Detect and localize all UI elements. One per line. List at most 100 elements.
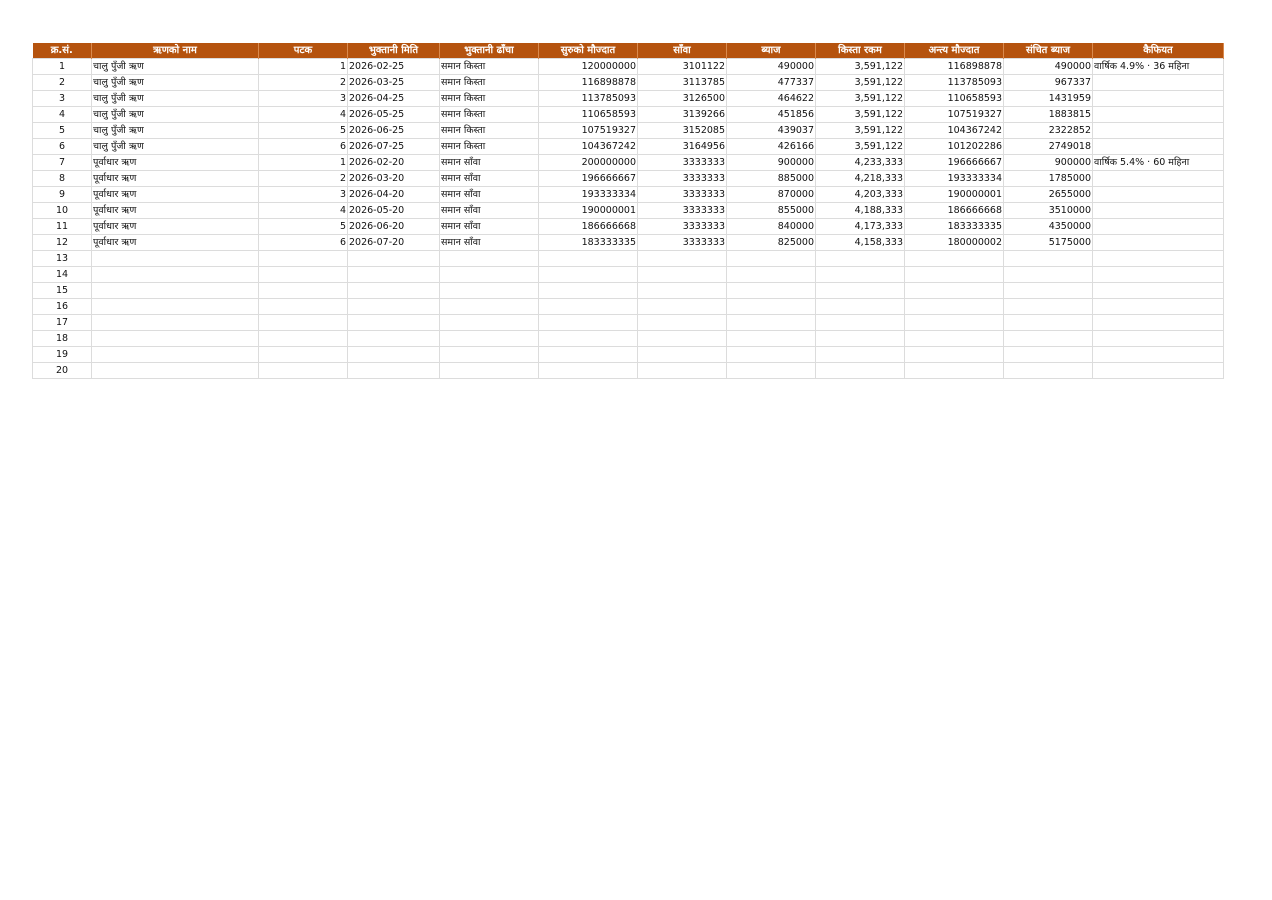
cell-loan-name[interactable]: पूर्वाधार ऋण [91, 202, 259, 219]
cell-principal[interactable]: 3333333 [637, 202, 727, 219]
header-column-closing-balance[interactable]: अन्त्य मौज्दात [904, 43, 1004, 59]
cell-remarks[interactable] [1092, 74, 1224, 91]
cell-principal[interactable]: 3333333 [637, 186, 727, 203]
cell-loan-name[interactable] [91, 362, 259, 379]
cell-opening-balance[interactable]: 200000000 [538, 154, 638, 171]
cell-closing-balance[interactable]: 113785093 [904, 74, 1004, 91]
cell-installment-no[interactable] [258, 250, 348, 267]
cell-payment-pattern[interactable]: समान साँवा [439, 186, 539, 203]
cell-payment-pattern[interactable]: समान साँवा [439, 154, 539, 171]
cell-installment-no[interactable]: 3 [258, 90, 348, 107]
cell-payment-date[interactable] [347, 346, 440, 363]
cell-remarks[interactable] [1092, 250, 1224, 267]
cell-closing-balance[interactable] [904, 266, 1004, 283]
cell-loan-name[interactable]: पूर्वाधार ऋण [91, 234, 259, 251]
cell-cumulative-interest[interactable]: 2322852 [1003, 122, 1093, 139]
cell-cumulative-interest[interactable]: 2749018 [1003, 138, 1093, 155]
cell-opening-balance[interactable]: 113785093 [538, 90, 638, 107]
header-column-serial[interactable]: क्र.सं. [32, 43, 92, 59]
cell-loan-name[interactable]: चालु पुँजी ऋण [91, 138, 259, 155]
cell-payment-pattern[interactable] [439, 266, 539, 283]
cell-interest[interactable]: 439037 [726, 122, 816, 139]
cell-payment-pattern[interactable] [439, 298, 539, 315]
cell-loan-name[interactable]: चालु पुँजी ऋण [91, 74, 259, 91]
cell-cumulative-interest[interactable]: 5175000 [1003, 234, 1093, 251]
cell-principal[interactable] [637, 330, 727, 347]
cell-remarks[interactable] [1092, 346, 1224, 363]
cell-interest[interactable] [726, 314, 816, 331]
cell-payment-date[interactable]: 2026-05-25 [347, 106, 440, 123]
cell-installment-amount[interactable] [815, 266, 905, 283]
cell-loan-name[interactable]: चालु पुँजी ऋण [91, 106, 259, 123]
cell-remarks[interactable] [1092, 218, 1224, 235]
cell-opening-balance[interactable]: 196666667 [538, 170, 638, 187]
cell-loan-name[interactable] [91, 282, 259, 299]
cell-loan-name[interactable] [91, 330, 259, 347]
cell-serial[interactable]: 8 [32, 170, 92, 187]
cell-payment-date[interactable]: 2026-04-25 [347, 90, 440, 107]
cell-cumulative-interest[interactable]: 4350000 [1003, 218, 1093, 235]
cell-payment-pattern[interactable]: समान किस्ता [439, 90, 539, 107]
cell-serial[interactable]: 10 [32, 202, 92, 219]
cell-principal[interactable]: 3333333 [637, 154, 727, 171]
cell-principal[interactable] [637, 314, 727, 331]
cell-principal[interactable] [637, 282, 727, 299]
cell-opening-balance[interactable] [538, 330, 638, 347]
cell-payment-date[interactable]: 2026-03-25 [347, 74, 440, 91]
cell-loan-name[interactable] [91, 266, 259, 283]
cell-closing-balance[interactable] [904, 250, 1004, 267]
cell-cumulative-interest[interactable] [1003, 314, 1093, 331]
cell-closing-balance[interactable]: 116898878 [904, 58, 1004, 75]
cell-payment-pattern[interactable]: समान साँवा [439, 234, 539, 251]
cell-installment-amount[interactable] [815, 330, 905, 347]
cell-principal[interactable]: 3113785 [637, 74, 727, 91]
cell-interest[interactable]: 451856 [726, 106, 816, 123]
cell-opening-balance[interactable] [538, 362, 638, 379]
cell-payment-date[interactable] [347, 298, 440, 315]
cell-cumulative-interest[interactable] [1003, 298, 1093, 315]
cell-serial[interactable]: 16 [32, 298, 92, 315]
cell-remarks[interactable]: वार्षिक 4.9% · 36 महिना [1092, 58, 1224, 75]
cell-opening-balance[interactable]: 104367242 [538, 138, 638, 155]
cell-installment-no[interactable]: 2 [258, 170, 348, 187]
cell-installment-amount[interactable] [815, 298, 905, 315]
cell-payment-pattern[interactable]: समान साँवा [439, 202, 539, 219]
cell-interest[interactable]: 477337 [726, 74, 816, 91]
cell-installment-amount[interactable]: 4,173,333 [815, 218, 905, 235]
cell-interest[interactable]: 490000 [726, 58, 816, 75]
cell-remarks[interactable] [1092, 362, 1224, 379]
cell-cumulative-interest[interactable] [1003, 346, 1093, 363]
cell-loan-name[interactable] [91, 298, 259, 315]
cell-installment-no[interactable]: 1 [258, 58, 348, 75]
cell-principal[interactable] [637, 250, 727, 267]
cell-serial[interactable]: 2 [32, 74, 92, 91]
cell-payment-date[interactable]: 2026-06-25 [347, 122, 440, 139]
cell-loan-name[interactable]: चालु पुँजी ऋण [91, 58, 259, 75]
cell-cumulative-interest[interactable]: 490000 [1003, 58, 1093, 75]
cell-serial[interactable]: 11 [32, 218, 92, 235]
cell-installment-amount[interactable] [815, 346, 905, 363]
cell-interest[interactable] [726, 346, 816, 363]
header-column-interest[interactable]: ब्याज [726, 43, 816, 59]
cell-remarks[interactable] [1092, 298, 1224, 315]
cell-remarks[interactable] [1092, 234, 1224, 251]
cell-remarks[interactable] [1092, 266, 1224, 283]
cell-installment-amount[interactable]: 4,203,333 [815, 186, 905, 203]
cell-serial[interactable]: 13 [32, 250, 92, 267]
cell-serial[interactable]: 7 [32, 154, 92, 171]
cell-closing-balance[interactable]: 180000002 [904, 234, 1004, 251]
cell-interest[interactable]: 885000 [726, 170, 816, 187]
cell-interest[interactable] [726, 282, 816, 299]
cell-interest[interactable]: 855000 [726, 202, 816, 219]
cell-installment-no[interactable]: 3 [258, 186, 348, 203]
cell-interest[interactable] [726, 266, 816, 283]
cell-payment-pattern[interactable]: समान किस्ता [439, 58, 539, 75]
cell-opening-balance[interactable] [538, 250, 638, 267]
cell-opening-balance[interactable]: 193333334 [538, 186, 638, 203]
cell-closing-balance[interactable] [904, 362, 1004, 379]
cell-opening-balance[interactable] [538, 314, 638, 331]
cell-closing-balance[interactable]: 104367242 [904, 122, 1004, 139]
cell-interest[interactable] [726, 362, 816, 379]
cell-principal[interactable]: 3126500 [637, 90, 727, 107]
cell-remarks[interactable]: वार्षिक 5.4% · 60 महिना [1092, 154, 1224, 171]
